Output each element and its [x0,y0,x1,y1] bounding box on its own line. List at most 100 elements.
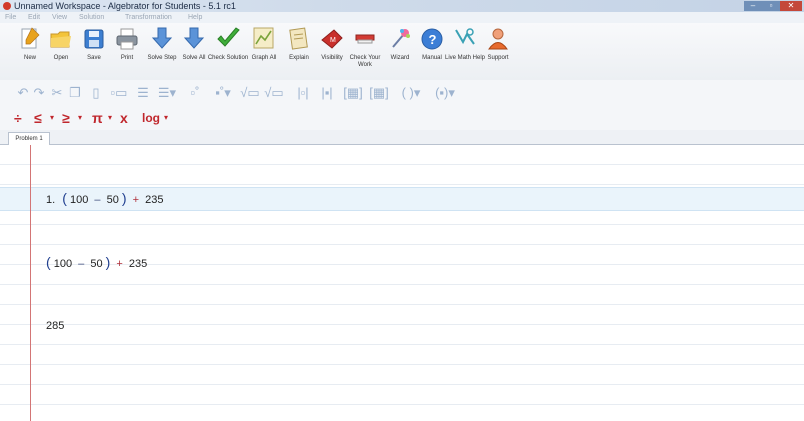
fraction-icon[interactable]: ▫▭ [110,84,128,102]
root-icon[interactable]: √▭ [240,84,260,102]
operand: 100 [69,194,89,206]
chevron-down-icon[interactable]: ▾ [50,113,54,122]
folder-open-icon [50,31,71,48]
plus-operator: + [116,258,123,270]
log-button[interactable]: log [142,108,160,128]
chevron-down-icon[interactable]: ▾ [108,113,112,122]
subscript-button[interactable]: x [120,108,128,128]
tab-problem-1[interactable]: Problem 1 [8,132,50,145]
cut-icon[interactable]: ✂ [50,84,64,102]
support-person-icon [488,28,508,50]
chevron-down-icon[interactable]: ▾ [78,113,82,122]
solve-all-button[interactable]: Solve All [180,23,208,78]
window-title: Unnamed Workspace - Algebrator for Stude… [14,1,236,11]
visibility-button[interactable]: M Visibility [317,23,347,78]
main-toolbar: New Open Save Print Solve Step Solve All… [0,23,804,81]
graph-all-button[interactable]: Graph All [250,23,278,78]
help-question-icon: ? [421,28,443,50]
menu-file[interactable]: File [5,12,16,23]
svg-text:?: ? [429,32,437,47]
paste-icon[interactable]: ▯ [88,84,104,102]
chevron-down-icon[interactable]: ▾ [164,113,168,122]
minimize-button[interactable]: – [744,1,762,11]
visibility-icon: M [321,29,343,49]
minus-operator: – [94,194,101,206]
matrix-icon[interactable]: [▦] [342,84,364,102]
menu-help[interactable]: Help [188,12,202,23]
open-paren: ( [62,190,67,206]
grouping-icon[interactable]: (▪)▾ [428,84,462,102]
plus-operator: + [132,194,140,206]
less-equal-button[interactable]: ≤ [34,108,42,128]
nth-root-icon[interactable]: √▭ [264,84,284,102]
solve-step-button[interactable]: Solve Step [147,23,177,78]
wizard-button[interactable]: Wizard [386,23,414,78]
greater-equal-button[interactable]: ≥ [62,108,70,128]
stacked-fraction-icon[interactable]: ☰ [134,84,152,102]
live-math-help-icon [455,28,475,45]
operand: 235 [145,194,164,206]
bracket-icon[interactable]: |▪| [318,84,336,102]
equation-line-1[interactable]: 1. ( 100 – 50 ) + 235 [46,190,164,206]
symbol-toolbar: ÷ ≤ ▾ ≥ ▾ π ▾ x log ▾ [0,106,804,131]
app-icon [3,2,11,10]
explain-button[interactable]: Explain [285,23,313,78]
copy-icon[interactable]: ❐ [68,84,82,102]
check-your-work-button[interactable]: Check Your Work [350,23,380,78]
superscript-icon[interactable]: ▫˚ [186,84,204,102]
arrow-down-icon [151,27,173,49]
arrow-down-double-icon [183,27,205,49]
operand: 235 [128,258,148,270]
menu-edit[interactable]: Edit [28,12,40,23]
redo-icon[interactable]: ↷ [32,84,46,102]
check-solution-button[interactable]: Check Solution [208,23,248,78]
save-button[interactable]: Save [80,23,108,78]
operand: 100 [53,258,73,270]
explain-notepad-icon [289,27,308,50]
minus-operator: – [78,258,85,270]
wizard-wand-icon [392,29,410,48]
open-paren: ( [46,254,51,270]
new-document-icon [21,27,40,49]
close-button[interactable]: ✕ [780,1,802,11]
power-icon[interactable]: ▪˚▾ [210,84,236,102]
print-button[interactable]: Print [113,23,141,78]
tab-strip: Problem 1 [0,130,804,145]
open-button[interactable]: Open [47,23,75,78]
menu-view[interactable]: View [52,12,67,23]
mixed-fraction-icon[interactable]: ☰▾ [156,84,178,102]
new-button[interactable]: New [16,23,44,78]
menu-solution[interactable]: Solution [79,12,104,23]
format-toolbar: ↶ ↷ ✂ ❐ ▯ ▫▭ ☰ ☰▾ ▫˚ ▪˚▾ √▭ √▭ |▫| |▪| [… [0,80,804,107]
result-line[interactable]: 285 [46,320,64,332]
operand: 50 [90,258,103,270]
close-paren: ) [105,254,111,270]
absolute-value-icon[interactable]: |▫| [292,84,314,102]
pi-button[interactable]: π [92,108,103,128]
close-paren: ) [121,190,127,206]
manual-button[interactable]: ? Manual [418,23,446,78]
window-controls: – ▫ ✕ [744,1,802,11]
problem-number: 1. [46,194,56,206]
graph-icon [253,27,274,49]
margin-line [30,145,31,421]
live-math-help-button[interactable]: Live Math Help [445,23,485,78]
undo-icon[interactable]: ↶ [16,84,30,102]
parentheses-icon[interactable]: ( )▾ [396,84,426,102]
result-value: 285 [46,320,65,332]
divide-button[interactable]: ÷ [14,108,22,128]
svg-text:M: M [330,37,336,44]
menu-bar: File Edit View Solution Transformation H… [0,12,804,23]
save-icon [84,29,104,49]
printer-icon [116,28,138,50]
title-bar: Unnamed Workspace - Algebrator for Stude… [0,0,804,12]
support-button[interactable]: Support [484,23,512,78]
maximize-button[interactable]: ▫ [762,1,780,11]
matrix-2-icon[interactable]: [▦] [368,84,390,102]
equation-line-2[interactable]: ( 100 – 50 ) + 235 [46,254,147,270]
operand: 50 [106,194,119,206]
workspace[interactable]: 1. ( 100 – 50 ) + 235 ( 100 – 50 ) + 235… [0,145,804,421]
check-work-icon [355,34,375,44]
menu-transformation[interactable]: Transformation [125,12,172,23]
checkmark-icon [217,27,240,47]
